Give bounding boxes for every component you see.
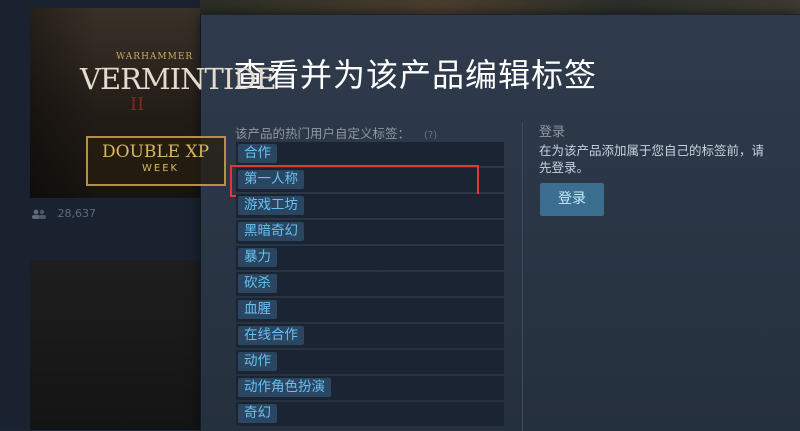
screenshot-thumbnail[interactable] — [30, 260, 200, 430]
popular-tags-header: 该产品的热门用户自定义标签： (?) — [235, 123, 437, 142]
popular-tags-list: 合作第一人称游戏工坊黑暗奇幻暴力砍杀血腥在线合作动作动作角色扮演 奇幻 — [230, 142, 504, 428]
popular-tags-label: 该产品的热门用户自定义标签： — [235, 126, 411, 141]
users-icon — [32, 209, 46, 219]
tag-link[interactable]: 动作 — [238, 352, 277, 371]
player-count: 28,637 — [32, 207, 96, 220]
header-banner-strip — [200, 0, 800, 14]
tag-row: 暴力 — [236, 246, 504, 270]
game-logo: VERMINTIDE — [80, 62, 277, 96]
tag-row: 动作角色扮演 — [236, 376, 504, 400]
tag-row: 奇幻 — [236, 402, 504, 426]
tag-row: 在线合作 — [236, 324, 504, 348]
game-logo-small: WARHAMMER — [116, 52, 194, 62]
promo-title: DOUBLE XP — [102, 142, 210, 162]
tag-link[interactable]: 黑暗奇幻 — [238, 222, 304, 241]
dialog-title: 查看并为该产品编辑标签 — [234, 56, 598, 94]
login-description-line: 在为该产品添加属于您自己的标签前，请 — [539, 143, 765, 158]
login-button[interactable]: 登录 — [540, 183, 604, 216]
player-count-value: 28,637 — [57, 207, 97, 220]
login-description-line: 先登录。 — [539, 160, 590, 175]
tag-row: 合作 — [236, 142, 504, 166]
tag-link[interactable]: 奇幻 — [238, 404, 277, 423]
game-logo-numeral: II — [130, 94, 145, 115]
tag-row: 第一人称 — [230, 165, 504, 197]
login-title: 登录 — [539, 125, 566, 140]
tag-row: 砍杀 — [236, 272, 504, 296]
game-capsule-image[interactable]: WARHAMMER VERMINTIDE II DOUBLE XP WEEK — [30, 8, 277, 198]
tag-edit-dialog: 查看并为该产品编辑标签 该产品的热门用户自定义标签： (?) 合作第一人称游戏工… — [201, 14, 800, 431]
tag-link[interactable]: 砍杀 — [238, 274, 277, 293]
column-divider — [522, 122, 523, 431]
tag-link[interactable]: 暴力 — [238, 248, 277, 267]
tags-help-link[interactable]: (?) — [424, 130, 437, 141]
tag-link[interactable]: 动作角色扮演 — [238, 378, 331, 397]
promo-subtitle: WEEK — [142, 163, 180, 174]
tag-link[interactable]: 血腥 — [238, 300, 277, 319]
tag-row: 游戏工坊 — [236, 194, 504, 218]
login-section: 登录 在为该产品添加属于您自己的标签前，请 先登录。 登录 — [539, 121, 800, 216]
tag-link[interactable]: 第一人称 — [238, 170, 304, 189]
tag-link[interactable]: 在线合作 — [238, 326, 304, 345]
tag-row: 黑暗奇幻 — [236, 220, 504, 244]
tag-link[interactable]: 游戏工坊 — [238, 196, 304, 215]
tag-row: 动作 — [236, 350, 504, 374]
promo-badge: DOUBLE XP WEEK — [86, 136, 226, 186]
login-description: 在为该产品添加属于您自己的标签前，请 先登录。 — [539, 142, 800, 176]
tag-row: 血腥 — [236, 298, 504, 322]
tag-link[interactable]: 合作 — [238, 144, 277, 163]
